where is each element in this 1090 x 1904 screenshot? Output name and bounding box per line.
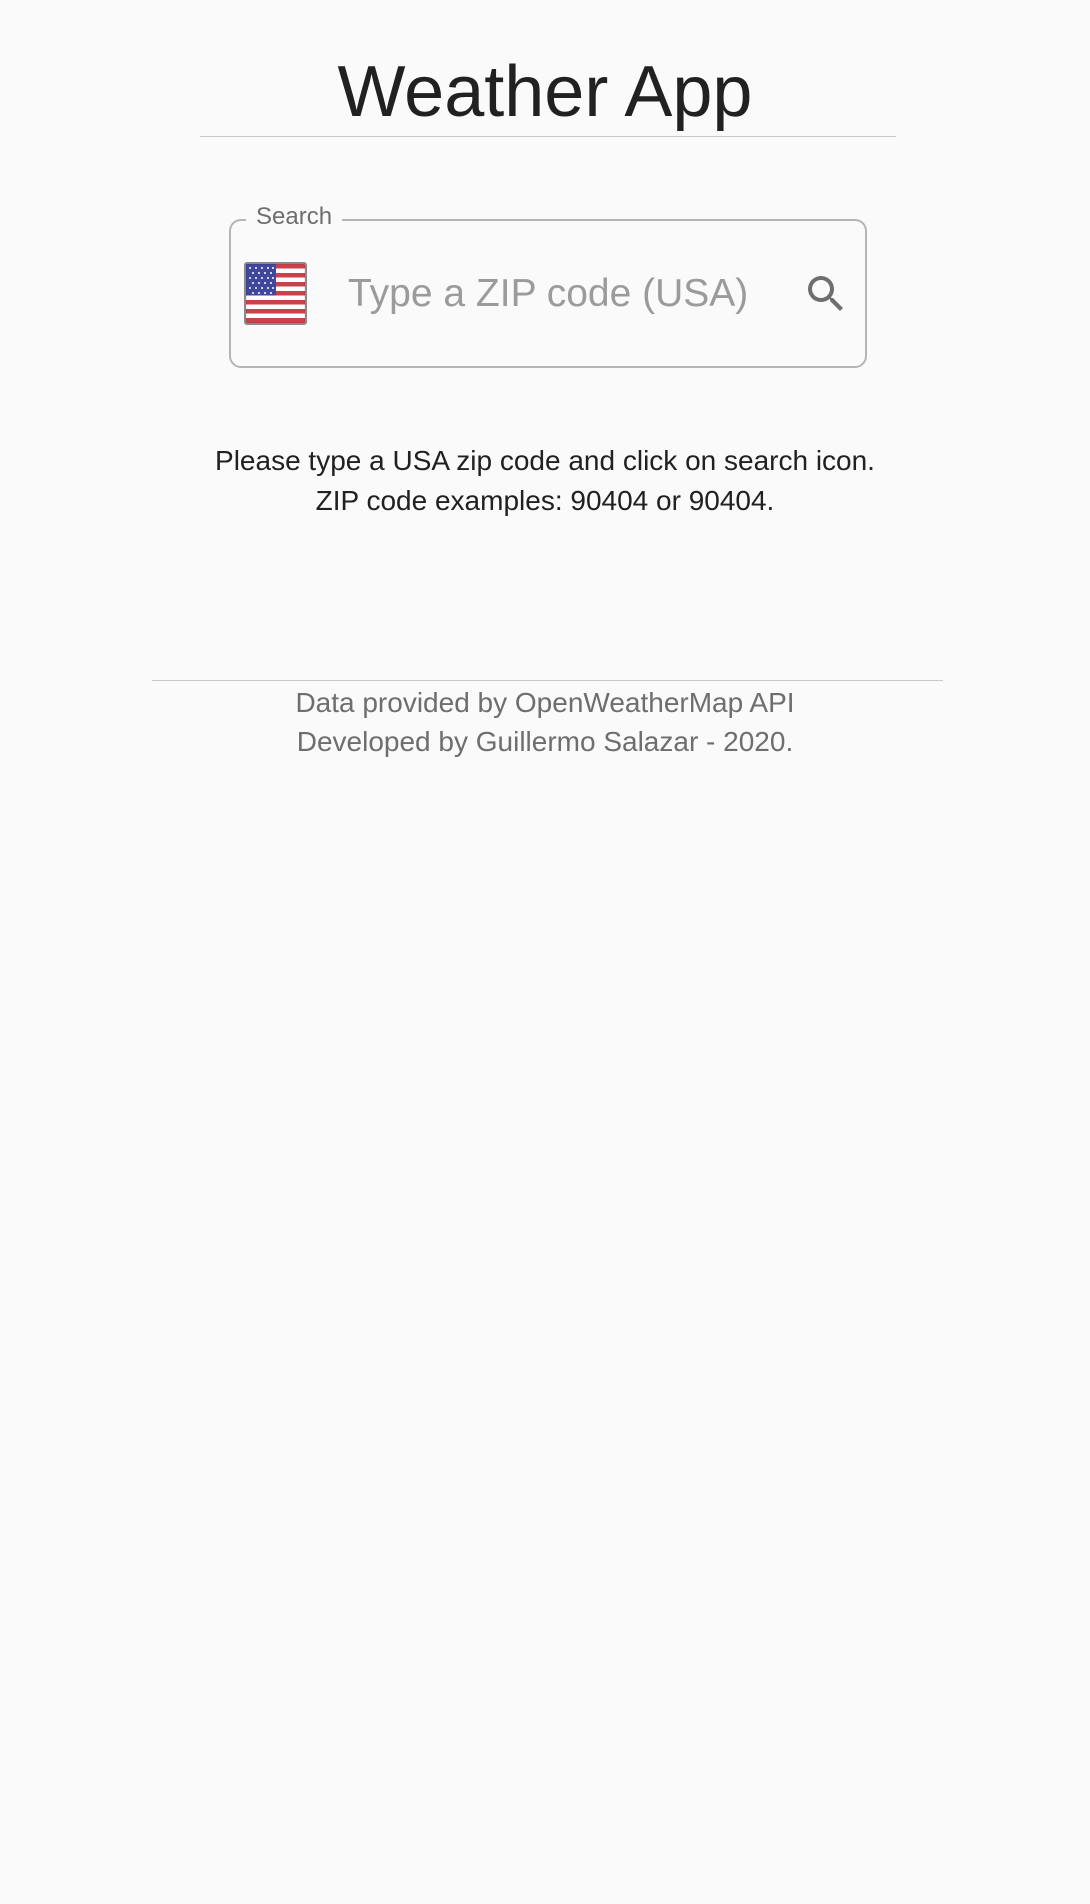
search-button[interactable]: [802, 270, 850, 318]
title-divider: [200, 136, 896, 137]
weather-app-page: Weather App Search Type a ZIP code (USA)…: [0, 0, 1090, 1904]
search-label: Search: [246, 202, 343, 232]
instruction-text: Please type a USA zip code and click on …: [215, 445, 875, 476]
footer-data-credit: Data provided by OpenWeatherMap API: [295, 687, 795, 718]
zip-examples-text: ZIP code examples: 90404 or 90404.: [315, 485, 775, 516]
search-icon: [808, 276, 843, 311]
footer-divider: [152, 680, 943, 681]
page-title: Weather App: [337, 52, 753, 132]
usa-flag-icon: [244, 262, 307, 325]
footer-developer-credit: Developed by Guillermo Salazar - 2020.: [296, 726, 794, 757]
zip-code-input[interactable]: [348, 266, 788, 322]
